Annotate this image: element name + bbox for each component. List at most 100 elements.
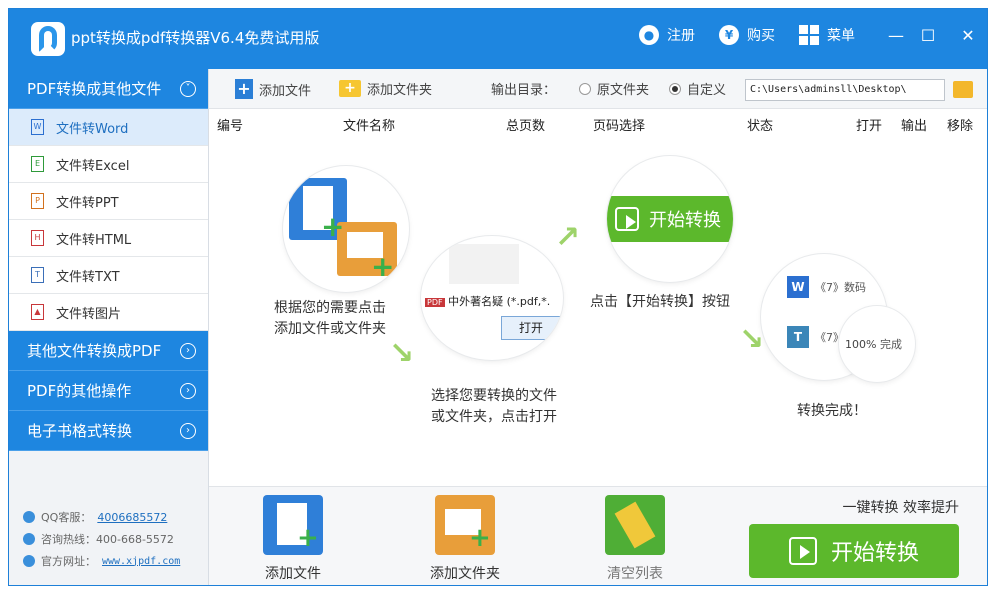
sidebar-item-to-ppt[interactable]: P 文件转PPT	[9, 183, 208, 220]
add-file-label: 添加文件	[259, 83, 312, 99]
word-file-icon: W	[31, 119, 44, 135]
add-folder-large-icon: +	[435, 495, 495, 555]
arrow-down-right-icon: ↘	[389, 336, 415, 371]
excel-file-icon: E	[31, 156, 44, 172]
radio-original-folder[interactable]: 原文件夹	[579, 79, 649, 98]
category-ebook[interactable]: 电子书格式转换 ›	[9, 411, 208, 451]
browse-folder-icon[interactable]	[953, 81, 973, 98]
broom-icon	[605, 495, 665, 555]
arrow-down-right-icon: ↘	[739, 322, 765, 357]
toolbar: + 添加文件 + 添加文件夹 输出目录： 原文件夹 自定义 C:\Users\a…	[209, 69, 987, 109]
plus-icon: +	[321, 210, 345, 243]
hotline: 咨询热线：400-668-5572	[23, 531, 174, 547]
sidebar-item-to-image[interactable]: ▲ 文件转图片	[9, 294, 208, 331]
pdf-icon: PDF	[425, 298, 445, 307]
open-button-demo: 打开	[501, 316, 561, 340]
hotline-text: 咨询热线：400-668-5572	[41, 533, 174, 546]
bottom-add-folder-button[interactable]: + 添加文件夹	[415, 495, 515, 583]
radio-label: 原文件夹	[597, 83, 650, 98]
progress-text: 100% 完成	[845, 336, 902, 352]
step1-caption: 根据您的需要点击 添加文件或文件夹	[274, 300, 386, 337]
image-file-icon: ▲	[31, 304, 44, 320]
sidebar-item-to-txt[interactable]: T 文件转TXT	[9, 257, 208, 294]
category-label: 其他文件转换成PDF	[27, 342, 162, 360]
file-ext: (*.pdf,*.	[506, 295, 551, 308]
chevron-right-icon: ›	[180, 422, 196, 439]
category-label: PDF转换成其他文件	[27, 80, 162, 98]
clear-list-label: 清空列表	[607, 566, 663, 582]
progress-status: 完成	[879, 338, 902, 351]
col-number: 编号	[217, 119, 244, 134]
buy-label: 购买	[747, 28, 775, 44]
slogan: 一键转换 效率提升	[842, 500, 959, 516]
result-row-2: T 《7》	[787, 326, 844, 348]
app-logo-icon	[31, 22, 65, 56]
start-convert-button[interactable]: 开始转换	[749, 524, 959, 578]
chevron-right-icon: ›	[180, 342, 196, 359]
output-path-input[interactable]: C:\Users\adminsll\Desktop\	[745, 79, 945, 101]
grid-menu-icon	[799, 25, 819, 45]
file-table-header: 编号 文件名称 总页数 页码选择 状态 打开 输出 移除	[209, 110, 987, 136]
step3-caption: 点击【开始转换】按钮	[590, 294, 730, 310]
radio-custom[interactable]: 自定义	[669, 79, 726, 98]
col-output: 输出	[901, 119, 928, 134]
txt-icon: T	[787, 326, 809, 348]
sidebar-item-label: 文件转HTML	[56, 232, 132, 248]
register-button[interactable]: ● 注册	[639, 25, 695, 45]
col-remove: 移除	[947, 119, 974, 134]
bottom-add-file-button[interactable]: + 添加文件	[243, 495, 343, 583]
sidebar-item-to-excel[interactable]: E 文件转Excel	[9, 146, 208, 183]
guide-area: + + 根据您的需要点击 添加文件或文件夹 ↘ PDF 中外著名疑 (*.pdf…	[209, 136, 987, 486]
add-file-button[interactable]: + 添加文件	[235, 79, 311, 99]
site-label: 官方网址：	[41, 555, 96, 568]
step1-illustration: + +	[283, 166, 409, 292]
sidebar-item-label: 文件转Excel	[56, 158, 130, 174]
start-demo-label: 开始转换	[649, 210, 721, 231]
category-pdf-ops[interactable]: PDF的其他操作 ›	[9, 371, 208, 411]
menu-button[interactable]: 菜单	[799, 25, 855, 45]
step2-caption: 选择您要转换的文件 或文件夹，点击打开	[431, 388, 557, 425]
play-icon	[788, 537, 817, 565]
close-button[interactable]: ✕	[957, 25, 979, 47]
chevron-down-icon: ˅	[180, 80, 196, 97]
col-filename: 文件名称	[343, 119, 396, 134]
sidebar: PDF转换成其他文件 ˅ W 文件转Word E 文件转Excel P 文件转P…	[9, 69, 209, 585]
file-name: 中外著名疑	[448, 295, 504, 308]
result-item-1: 《7》数码	[815, 281, 866, 294]
sidebar-item-to-word[interactable]: W 文件转Word	[9, 109, 208, 146]
sidebar-item-label: 文件转TXT	[56, 269, 120, 285]
add-folder-icon: +	[339, 80, 361, 97]
col-status: 状态	[747, 119, 774, 134]
output-dir-text: 输出目录：	[491, 83, 557, 98]
title-bar: ppt转换成pdf转换器V6.4免费试用版 ● 注册 ¥ 购买 菜单 — ☐ ✕	[9, 9, 987, 69]
category-pdf-to-other[interactable]: PDF转换成其他文件 ˅	[9, 69, 208, 109]
start-convert-label: 开始转换	[830, 541, 919, 566]
add-folder-label: 添加文件夹	[367, 83, 433, 98]
qq-link[interactable]: 4006685572	[97, 511, 167, 524]
bottom-add-file-label: 添加文件	[265, 566, 321, 582]
progress-zoom: 100% 完成	[839, 306, 915, 382]
progress-value: 100%	[845, 338, 877, 351]
result-row-1: W 《7》数码	[787, 276, 866, 298]
maximize-button[interactable]: ☐	[917, 25, 939, 47]
plus-icon: +	[371, 250, 395, 283]
col-page-select: 页码选择	[593, 119, 646, 134]
phone-icon	[23, 533, 35, 545]
sidebar-item-label: 文件转Word	[56, 121, 129, 137]
arrow-up-right-icon: ↗	[555, 220, 581, 255]
official-site: 官方网址： www.xjpdf.com	[23, 553, 180, 569]
add-file-large-icon: +	[263, 495, 323, 555]
add-folder-button[interactable]: + 添加文件夹	[339, 79, 432, 98]
output-dir-label: 输出目录：	[491, 79, 556, 98]
app-window: ppt转换成pdf转换器V6.4免费试用版 ● 注册 ¥ 购买 菜单 — ☐ ✕…	[8, 8, 988, 586]
sidebar-item-to-html[interactable]: H 文件转HTML	[9, 220, 208, 257]
radio-icon	[579, 82, 591, 95]
category-other-to-pdf[interactable]: 其他文件转换成PDF ›	[9, 331, 208, 371]
qq-label: QQ客服：	[41, 511, 92, 524]
step2-illustration: PDF 中外著名疑 (*.pdf,*. 打开	[421, 236, 563, 360]
buy-button[interactable]: ¥ 购买	[719, 25, 775, 45]
site-link[interactable]: www.xjpdf.com	[102, 556, 180, 567]
yen-icon: ¥	[719, 25, 739, 45]
clear-list-button[interactable]: 清空列表	[585, 495, 685, 583]
minimize-button[interactable]: —	[885, 25, 907, 47]
